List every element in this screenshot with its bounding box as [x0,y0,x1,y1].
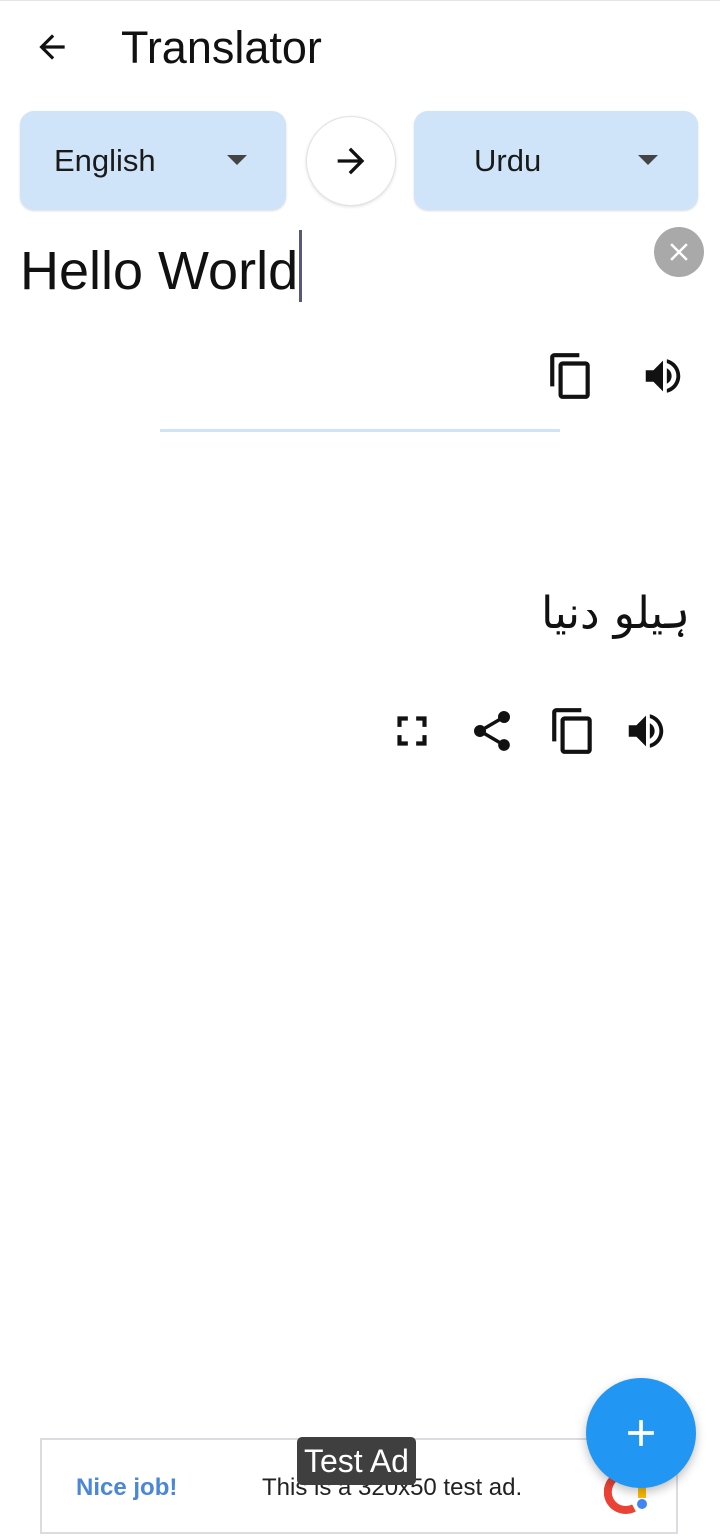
back-button[interactable] [24,22,80,72]
section-divider [160,429,560,432]
source-text-input[interactable]: Hello World [20,230,640,306]
source-language-select[interactable]: English [20,111,286,210]
share-icon [474,711,510,751]
target-language-select[interactable]: Urdu [414,111,698,210]
arrow-forward-icon [337,147,365,175]
copy-translation-button[interactable] [545,703,601,759]
clear-input-button[interactable] [654,227,704,277]
share-button[interactable] [464,703,520,759]
source-language-label: English [54,143,156,178]
close-icon [670,243,688,261]
text-cursor [299,230,303,302]
ad-headline: Nice job! [76,1474,178,1501]
app-bar: Translator [0,0,720,100]
volume-up-icon [645,359,681,393]
translator-screen: Translator English Urdu Hello World ہیلو… [0,0,720,1537]
swap-languages-button[interactable] [306,116,396,206]
dropdown-caret-icon [638,155,658,165]
fullscreen-button[interactable] [384,703,440,759]
copy-icon [552,708,592,754]
test-ad-label: Test Ad [297,1437,416,1485]
fullscreen-icon [397,716,427,746]
speak-source-button[interactable] [635,348,691,404]
copy-source-button[interactable] [543,348,599,404]
speak-translation-button[interactable] [618,703,674,759]
source-text: Hello World [20,241,299,301]
copy-icon [550,353,590,399]
page-title: Translator [121,22,322,73]
translated-text: ہیلو دنیا [541,588,690,639]
add-button[interactable] [586,1378,696,1488]
volume-up-icon [628,714,664,748]
arrow-back-icon [39,34,65,60]
target-language-label: Urdu [474,143,542,178]
add-icon [628,1420,654,1446]
dropdown-caret-icon [227,155,247,165]
